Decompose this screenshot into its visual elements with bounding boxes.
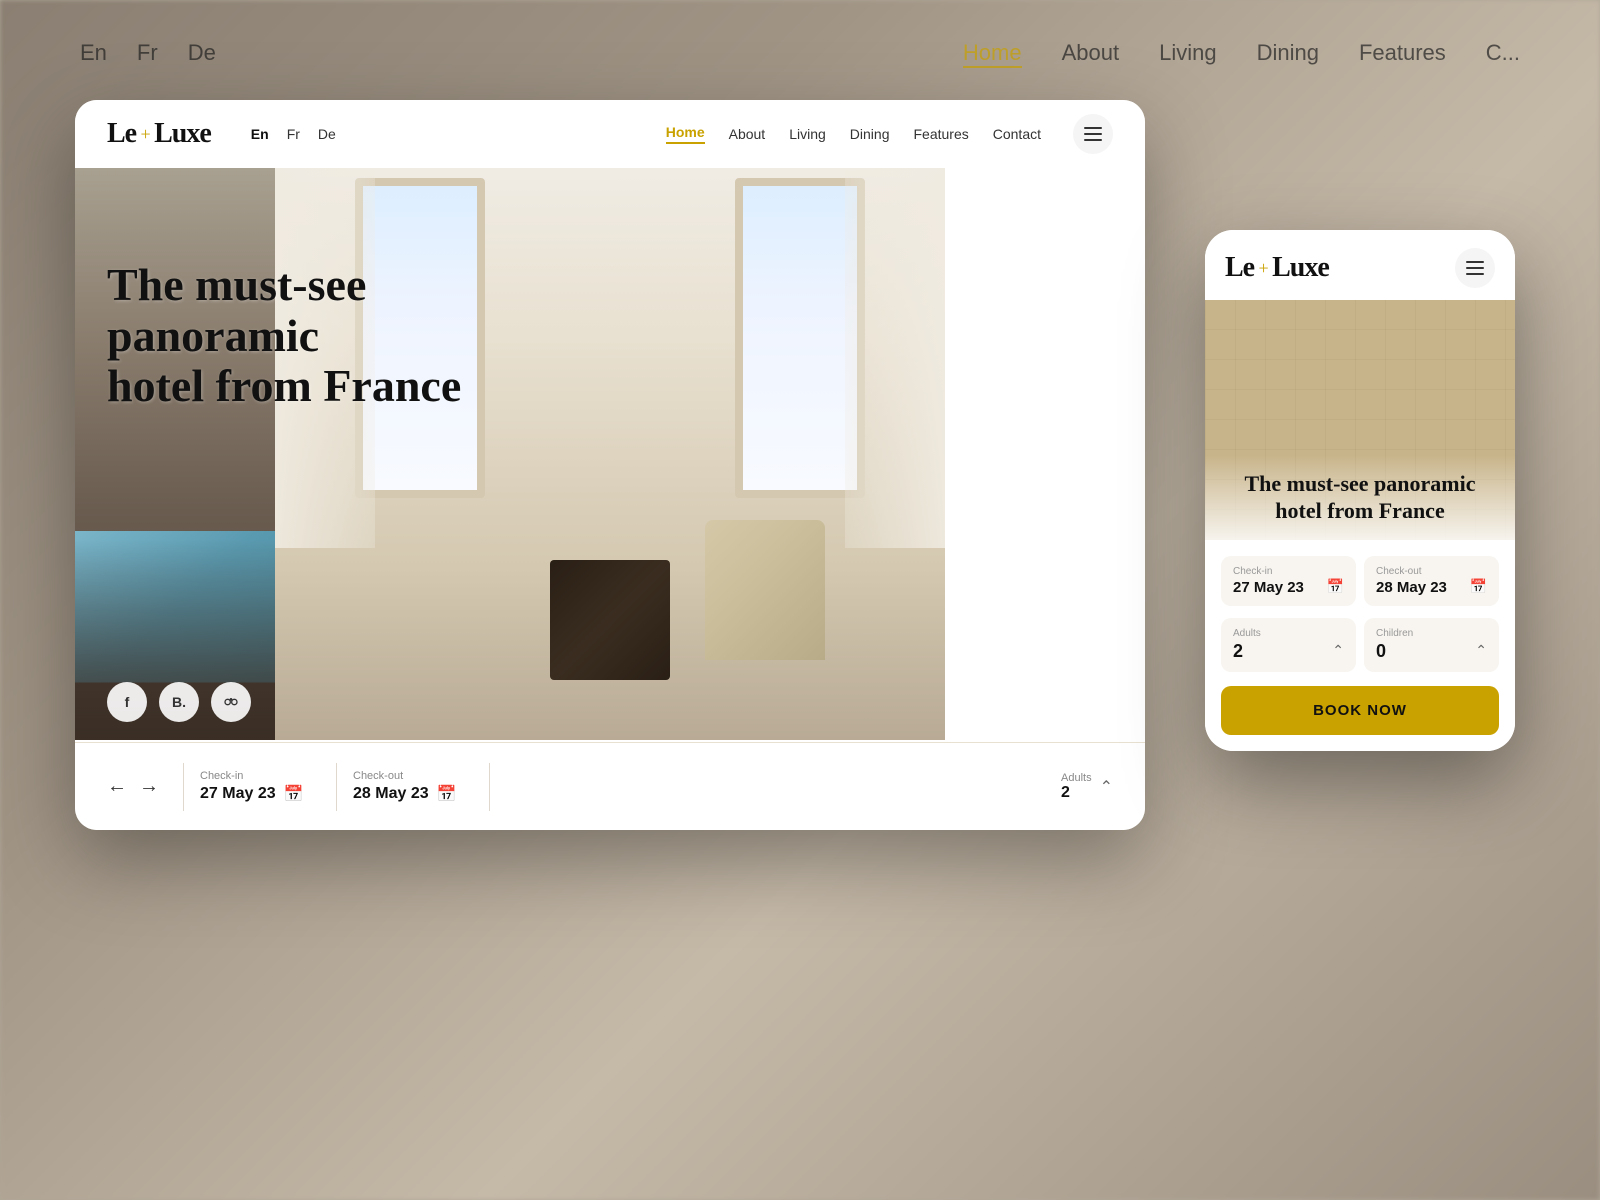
adults-value: 2: [1061, 784, 1092, 802]
mobile-logo-le: Le: [1225, 252, 1254, 284]
bg-lang-fr: Fr: [137, 40, 158, 68]
mobile-checkin-value: 27 May 23: [1233, 579, 1304, 596]
checkin-calendar-icon: 📅: [284, 784, 304, 804]
mobile-children-value: 0: [1376, 641, 1386, 662]
nav-home[interactable]: Home: [666, 124, 705, 144]
table-center: [550, 560, 670, 680]
mobile-logo-icon: [1257, 260, 1269, 276]
desktop-booking-bar: ← → Check-in 27 May 23 📅 Check-out 28 Ma…: [75, 742, 1145, 830]
curtain-right: [845, 168, 945, 548]
book-now-button[interactable]: BOOK NOW: [1221, 686, 1499, 735]
mobile-checkout-label: Check-out: [1376, 566, 1487, 577]
lang-nav: En Fr De: [251, 126, 336, 142]
main-nav: Home About Living Dining Features Contac…: [666, 114, 1113, 154]
bg-nav-living: Living: [1159, 40, 1216, 68]
desktop-logo: Le Luxe: [107, 118, 211, 150]
hero-title: The must-see panoramichotel from France: [107, 260, 487, 412]
mobile-hero: The must-see panoramic hotel from France: [1205, 300, 1515, 540]
adults-label: Adults: [1061, 772, 1092, 784]
background-nav: En Fr De Home About Living Dining Featur…: [0, 40, 1600, 68]
mobile-checkout-value: 28 May 23: [1376, 579, 1447, 596]
nav-dining[interactable]: Dining: [850, 126, 890, 142]
mobile-hero-overlay: The must-see panoramic hotel from France: [1205, 455, 1515, 540]
mobile-hamburger-icon: [1466, 261, 1484, 275]
adults-info: Adults 2: [1061, 772, 1092, 802]
mobile-dates-row: Check-in 27 May 23 📅 Check-out 28 May 23…: [1221, 556, 1499, 606]
desktop-checkout-field[interactable]: Check-out 28 May 23 📅: [353, 770, 473, 804]
mobile-children-label: Children: [1376, 628, 1487, 639]
room-center-panel: [275, 168, 945, 740]
social-icons: f B.: [107, 682, 251, 722]
mobile-adults-value: 2: [1233, 641, 1243, 662]
mobile-checkin-field[interactable]: Check-in 27 May 23 📅: [1221, 556, 1356, 606]
bg-nav-about: About: [1062, 40, 1120, 68]
desktop-adults-field[interactable]: Adults 2 ⌃: [1061, 772, 1113, 802]
nav-about[interactable]: About: [729, 126, 766, 142]
mobile-checkout-field[interactable]: Check-out 28 May 23 📅: [1364, 556, 1499, 606]
mobile-checkout-icon: 📅: [1470, 579, 1487, 596]
mobile-adults-field[interactable]: Adults 2 ⌃: [1221, 618, 1356, 672]
mobile-hero-title: The must-see panoramic hotel from France: [1221, 471, 1499, 524]
bg-main-nav: Home About Living Dining Features C...: [963, 40, 1520, 68]
nav-contact[interactable]: Contact: [993, 126, 1041, 142]
bg-lang-en: En: [80, 40, 107, 68]
desktop-checkin-field[interactable]: Check-in 27 May 23 📅: [200, 770, 320, 804]
divider-3: [489, 763, 490, 811]
mobile-logo: Le Luxe: [1225, 252, 1329, 284]
logo-text-luxe: Luxe: [154, 118, 211, 150]
mobile-menu-button[interactable]: [1455, 248, 1495, 288]
mobile-children-inner: 0 ⌃: [1376, 641, 1487, 662]
mobile-adults-label: Adults: [1233, 628, 1344, 639]
chair-shape: [705, 520, 825, 660]
mobile-guests-row: Adults 2 ⌃ Children 0 ⌃: [1221, 618, 1499, 672]
menu-button[interactable]: [1073, 114, 1113, 154]
mobile-checkin-row-inner: 27 May 23 📅: [1233, 579, 1344, 596]
nav-living[interactable]: Living: [789, 126, 826, 142]
bg-nav-dining: Dining: [1257, 40, 1319, 68]
mobile-logo-luxe: Luxe: [1272, 252, 1329, 284]
checkin-field-row: 27 May 23 📅: [200, 784, 320, 804]
social-booking[interactable]: B.: [159, 682, 199, 722]
lang-fr[interactable]: Fr: [287, 126, 300, 142]
hamburger-icon: [1084, 127, 1102, 141]
checkin-label: Check-in: [200, 770, 320, 782]
slide-arrows: ← →: [107, 775, 159, 798]
divider-1: [183, 763, 184, 811]
checkout-label: Check-out: [353, 770, 473, 782]
lang-en[interactable]: En: [251, 126, 269, 142]
checkin-value: 27 May 23: [200, 785, 276, 803]
mobile-checkin-label: Check-in: [1233, 566, 1344, 577]
logo-text-le: Le: [107, 118, 136, 150]
hero-headline: The must-see panoramichotel from France: [107, 260, 487, 412]
bg-lang-nav: En Fr De: [80, 40, 216, 68]
desktop-header: Le Luxe En Fr De Home About Living Dining…: [75, 100, 1145, 168]
mobile-checkout-row-inner: 28 May 23 📅: [1376, 579, 1487, 596]
mobile-adults-chevron-icon[interactable]: ⌃: [1332, 643, 1344, 660]
divider-2: [336, 763, 337, 811]
mobile-header: Le Luxe: [1205, 230, 1515, 300]
mobile-card: Le Luxe The must-see panoramic hotel from…: [1205, 230, 1515, 751]
bg-nav-contact: C...: [1486, 40, 1520, 68]
logo-icon: [139, 126, 151, 142]
mobile-checkin-icon: 📅: [1327, 579, 1344, 596]
lang-de[interactable]: De: [318, 126, 336, 142]
desktop-card: Le Luxe En Fr De Home About Living Dining…: [75, 100, 1145, 830]
social-tripadvisor[interactable]: [211, 682, 251, 722]
next-arrow[interactable]: →: [139, 775, 159, 798]
mobile-children-field[interactable]: Children 0 ⌃: [1364, 618, 1499, 672]
mobile-children-chevron-icon[interactable]: ⌃: [1475, 643, 1487, 660]
mobile-booking-form: Check-in 27 May 23 📅 Check-out 28 May 23…: [1205, 540, 1515, 751]
social-facebook[interactable]: f: [107, 682, 147, 722]
bg-nav-home: Home: [963, 40, 1022, 68]
prev-arrow[interactable]: ←: [107, 775, 127, 798]
mobile-adults-inner: 2 ⌃: [1233, 641, 1344, 662]
adults-chevron-icon[interactable]: ⌃: [1100, 777, 1113, 797]
tripadvisor-icon: [223, 694, 239, 710]
bg-lang-de: De: [188, 40, 216, 68]
checkout-field-row: 28 May 23 📅: [353, 784, 473, 804]
nav-features[interactable]: Features: [914, 126, 969, 142]
checkout-value: 28 May 23: [353, 785, 429, 803]
bg-nav-features: Features: [1359, 40, 1446, 68]
checkout-calendar-icon: 📅: [437, 784, 457, 804]
